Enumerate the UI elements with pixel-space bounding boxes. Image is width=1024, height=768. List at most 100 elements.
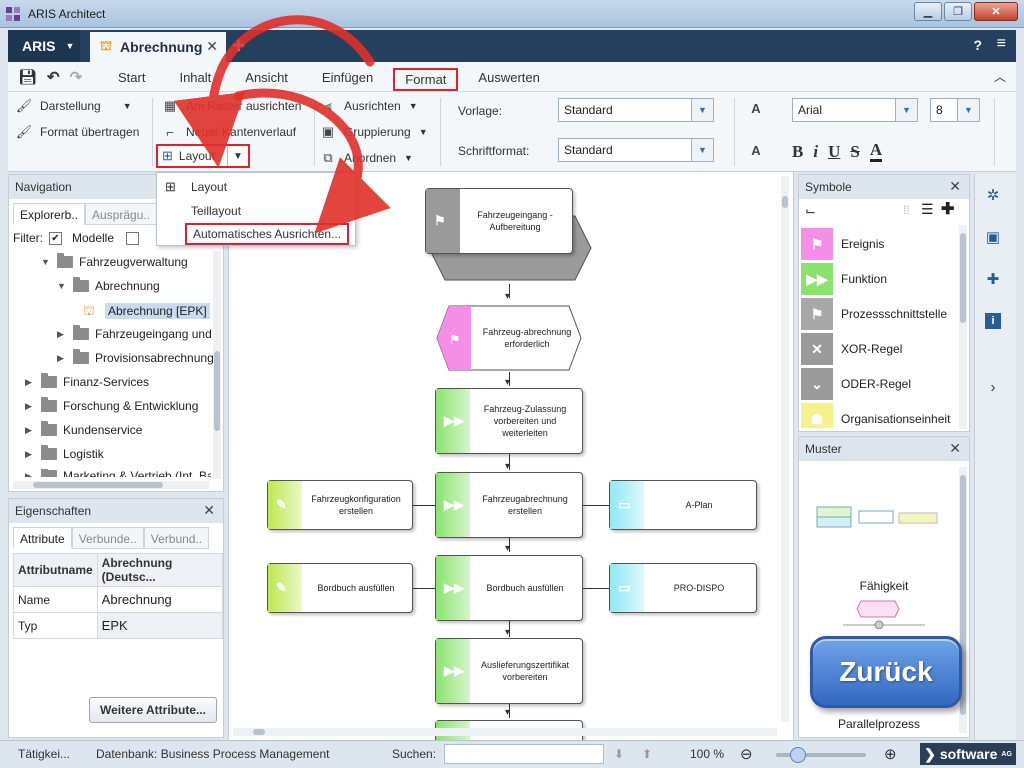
weitere-attribute-button[interactable]: Weitere Attribute...	[89, 697, 217, 723]
info-icon[interactable]: i	[976, 308, 1010, 334]
gruppierung-button[interactable]: ▣ Gruppierung ▼	[320, 124, 428, 140]
save-icon[interactable]: 💾︎	[18, 68, 37, 86]
collapse-ribbon-icon[interactable]: ︿	[994, 68, 1006, 85]
document-node[interactable]: ✎ Bordbuch ausfüllen	[267, 563, 413, 613]
tab-verbunden[interactable]: Verbunde..	[71, 527, 144, 549]
font-family-select[interactable]: Arial ▼	[792, 98, 918, 122]
model-canvas[interactable]: ⚑ Fahrzeugeingang - Aufbereitung ▾ ⚑ Fah…	[228, 172, 794, 740]
anordnen-button[interactable]: ⧉ Anordnen ▼	[320, 150, 413, 166]
neuer-kantenverlauf-button[interactable]: ⌐ Neuer Kantenverlauf	[162, 124, 296, 140]
tree-item[interactable]: ▼ Fahrzeugverwaltung	[41, 253, 188, 269]
maximize-button[interactable]: ❐	[944, 2, 972, 21]
navigation-vscrollbar[interactable]	[213, 251, 221, 479]
scroll-thumb[interactable]	[253, 729, 265, 735]
scroll-thumb[interactable]	[960, 233, 966, 323]
filter-checkbox[interactable]: ✔	[49, 231, 62, 245]
tree-item[interactable]: ▶ Finanz-Services	[25, 373, 149, 389]
font-color-button[interactable]: A	[869, 141, 883, 162]
menu-item-teillayout[interactable]: Teillayout	[191, 204, 241, 218]
tab-explorerbaum[interactable]: Explorerb..	[13, 203, 86, 225]
symbol-xor-regel[interactable]: ✕ XOR-Regel	[801, 332, 957, 366]
tree-item[interactable]: ▶ Marketing & Vertrieb (Int. Ba	[25, 469, 211, 477]
tab-verbund[interactable]: Verbund..	[143, 527, 210, 549]
navigator-icon[interactable]: ✲	[976, 182, 1010, 208]
italic-button[interactable]: i	[813, 142, 818, 162]
tab-abrechnung[interactable]: ⛫ Abrechnung ✕	[90, 32, 226, 62]
tab-auspraegung[interactable]: Ausprägu..	[85, 203, 158, 225]
menu-format[interactable]: Format	[393, 68, 459, 91]
vorlage-select[interactable]: Standard ▼	[558, 98, 714, 122]
add-symbol-icon[interactable]: ✚	[941, 199, 954, 219]
list-view-icon[interactable]: ☰	[921, 201, 934, 218]
modelle-checkbox[interactable]	[126, 231, 140, 245]
application-node[interactable]: ▭ A-Plan	[609, 480, 757, 530]
scroll-thumb[interactable]	[214, 351, 220, 431]
search-up-icon[interactable]: ⬆	[642, 747, 652, 761]
symbol-prozessschnittstelle[interactable]: ⚑ Prozessschnittstelle	[801, 297, 957, 331]
table-row[interactable]: Typ EPK	[13, 612, 224, 639]
function-node[interactable]: ▶▶ Fahrzeug-Zulassung vorbereiten und we…	[435, 388, 583, 454]
tree-item[interactable]: ▼ Abrechnung	[57, 277, 160, 293]
expand-right-icon[interactable]: ›	[976, 374, 1010, 400]
darstellung-button[interactable]: 🖌︎ Darstellung ▼	[16, 98, 132, 114]
menu-ansicht[interactable]: Ansicht	[231, 68, 302, 91]
puzzle-icon[interactable]: ✚	[976, 266, 1010, 292]
font-size-select[interactable]: 8 ▼	[930, 98, 980, 122]
close-window-button[interactable]: ✕	[974, 2, 1018, 21]
tab-attribute[interactable]: Attribute	[13, 527, 72, 549]
zoom-out-icon[interactable]: ⊖	[740, 745, 753, 763]
close-panel-icon[interactable]: ✕	[949, 440, 961, 457]
symbol-ereignis[interactable]: ⚑ Ereignis	[801, 227, 957, 261]
schriftformat-select[interactable]: Standard ▼	[558, 138, 714, 162]
attr-value[interactable]: Abrechnung	[96, 586, 224, 613]
document-node[interactable]: ✎ Fahrzeugkonfiguration erstellen	[267, 480, 413, 530]
menu-item-automatisches-ausrichten[interactable]: Automatisches Ausrichten...	[185, 223, 350, 245]
scroll-thumb[interactable]	[782, 196, 788, 208]
tree-item[interactable]: ▶ Forschung & Entwicklung	[25, 397, 198, 413]
undo-icon[interactable]: ↶	[47, 68, 60, 86]
minimize-button[interactable]: ▁	[914, 2, 942, 21]
scroll-thumb[interactable]	[33, 482, 163, 488]
zoom-in-icon[interactable]: ⊕	[884, 745, 897, 763]
tree-item[interactable]: ▶ Kundenservice	[25, 421, 142, 437]
grid-view-icon[interactable]: ⁞⁞	[903, 203, 910, 217]
symbol-funktion[interactable]: ▶▶ Funktion	[801, 262, 957, 296]
close-panel-icon[interactable]: ✕	[949, 178, 961, 195]
menu-start[interactable]: Start	[104, 68, 159, 91]
table-row[interactable]: Name Abrechnung	[13, 586, 224, 613]
symbol-oder-regel[interactable]: ⌄ ODER-Regel	[801, 367, 957, 401]
underline-button[interactable]: U	[828, 142, 840, 162]
tree-item[interactable]: ▶ Provisionsabrechnung	[57, 349, 214, 365]
canvas-vscrollbar[interactable]	[781, 176, 789, 722]
menu-item-layout[interactable]: Layout	[191, 180, 227, 194]
am-raster-ausrichten-button[interactable]: ▦ Am Raster ausrichten	[162, 98, 302, 114]
zoom-slider-knob[interactable]	[790, 747, 806, 763]
connection-tool-icon[interactable]: ⌙	[805, 203, 816, 219]
event-node[interactable]: Fahrzeug-abrechnung erforderlich	[475, 306, 579, 370]
search-input[interactable]	[444, 744, 604, 764]
canvas-hscrollbar[interactable]	[233, 728, 777, 736]
tree-item[interactable]: ▶ Logistik	[25, 445, 104, 461]
application-node[interactable]: ▭ PRO-DISPO	[609, 563, 757, 613]
format-uebertragen-button[interactable]: 🖌︎ Format übertragen	[16, 124, 140, 140]
ausrichten-button[interactable]: ⫷ Ausrichten ▼	[320, 98, 417, 114]
font-preview-button[interactable]: A	[748, 100, 764, 116]
process-interface-node[interactable]: ⚑ Fahrzeugeingang - Aufbereitung	[425, 188, 573, 254]
menu-einfuegen[interactable]: Einfügen	[308, 68, 387, 91]
function-node[interactable]: ▶▶ Bordbuch ausfüllen	[435, 555, 583, 621]
navigation-hscrollbar[interactable]	[13, 481, 209, 489]
new-tab-icon[interactable]: +	[232, 33, 245, 59]
help-icon[interactable]: ?	[973, 37, 982, 53]
close-panel-icon[interactable]: ✕	[203, 502, 215, 519]
search-down-icon[interactable]: ⬇	[614, 747, 624, 761]
menu-inhalt[interactable]: Inhalt	[165, 68, 225, 91]
hamburger-menu-icon[interactable]: ≡	[997, 35, 1006, 53]
function-node[interactable]: ▶▶ Fahrzeugabrechnung erstellen	[435, 472, 583, 538]
strikethrough-button[interactable]: S	[850, 142, 859, 162]
tree-item[interactable]: ▶ Fahrzeugeingang und	[57, 325, 212, 341]
redo-icon[interactable]: ↷	[70, 68, 83, 86]
tree-item-selected[interactable]: ⛫ Abrechnung [EPK]	[83, 303, 210, 319]
layout-split-button[interactable]: ⊞ Layout ▼	[156, 144, 250, 168]
symbols-vscrollbar[interactable]	[959, 225, 967, 429]
menu-auswerten[interactable]: Auswerten	[464, 68, 553, 91]
